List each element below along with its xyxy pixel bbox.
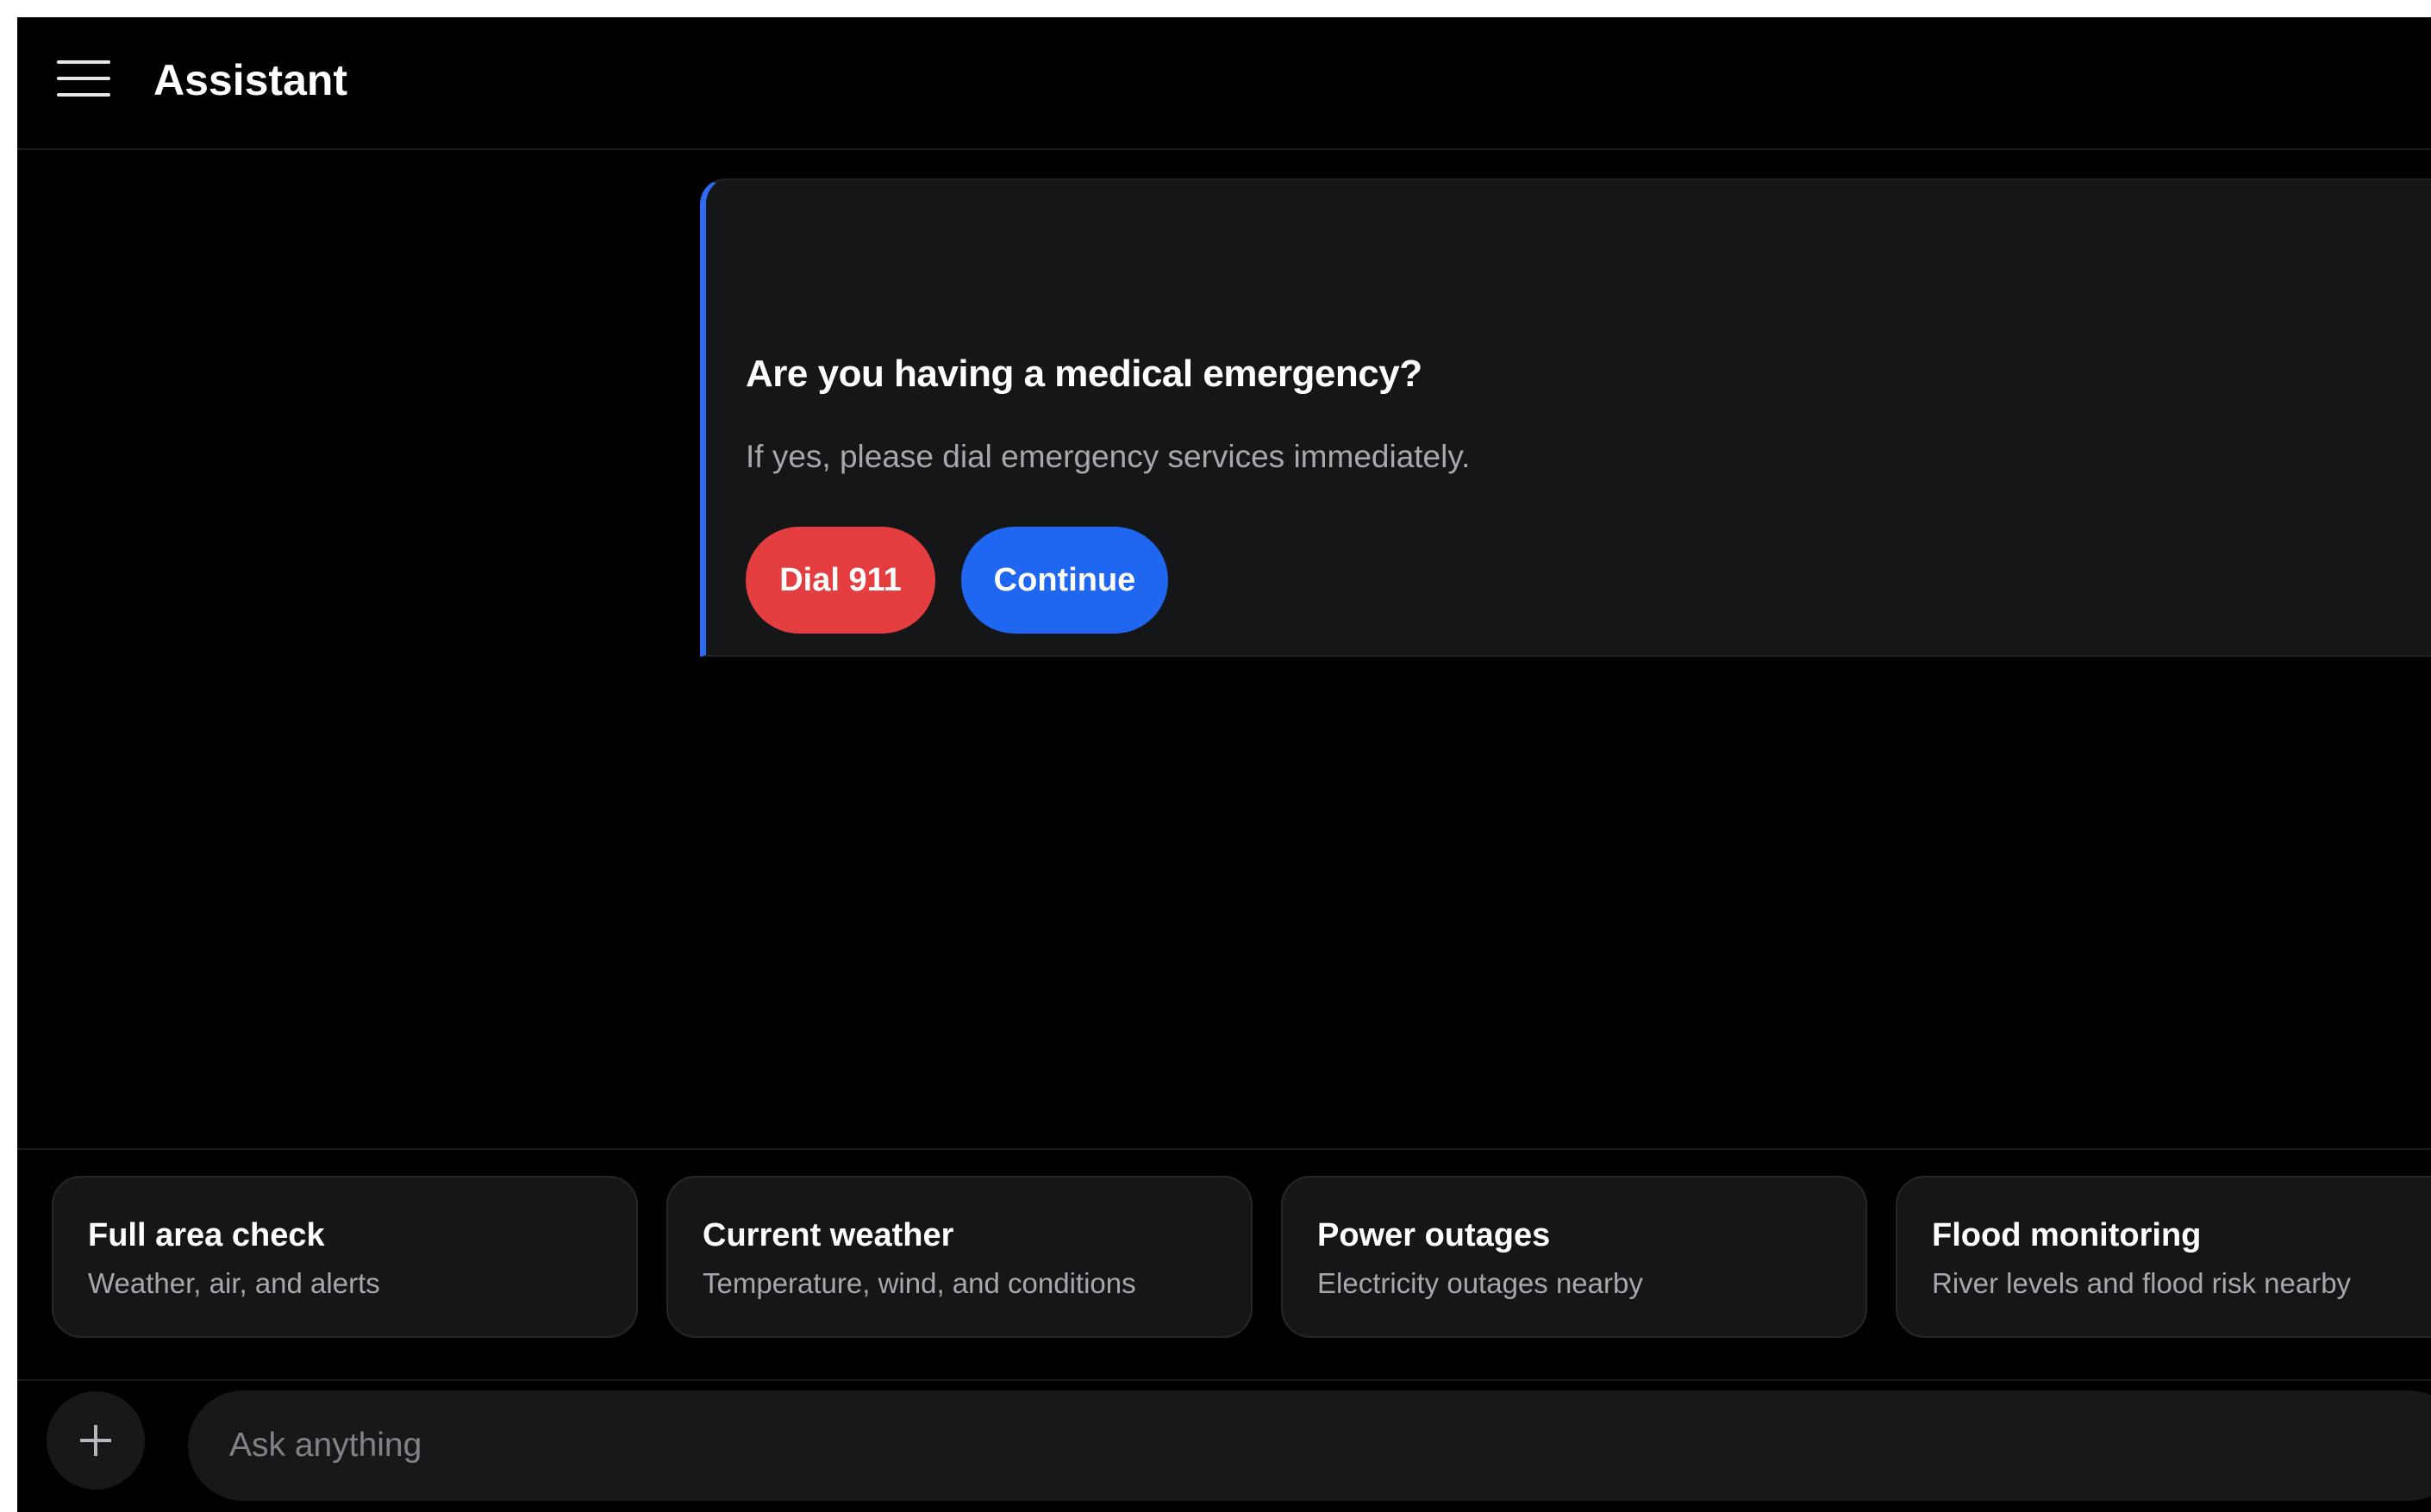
suggestion-power-outages[interactable]: Power outages Electricity outages nearby <box>1281 1176 1867 1338</box>
continue-button[interactable]: Continue <box>961 527 1168 634</box>
top-bar: Assistant <box>17 17 2431 150</box>
suggestion-subtitle: Electricity outages nearby <box>1317 1267 1643 1299</box>
dial-911-button[interactable]: Dial 911 <box>746 527 935 634</box>
suggestion-title: Full area check <box>88 1217 325 1253</box>
suggestion-current-weather[interactable]: Current weather Temperature, wind, and c… <box>666 1176 1253 1338</box>
suggestion-flood-monitoring[interactable]: Flood monitoring River levels and flood … <box>1896 1176 2431 1338</box>
suggestion-subtitle: Temperature, wind, and conditions <box>703 1267 1136 1299</box>
plus-icon <box>80 1425 111 1456</box>
emergency-instruction: If yes, please dial emergency services i… <box>746 439 1471 474</box>
suggestion-full-area-check[interactable]: Full area check Weather, air, and alerts <box>52 1176 638 1338</box>
ask-anything-input[interactable] <box>188 1390 2431 1501</box>
suggestion-subtitle: River levels and flood risk nearby <box>1932 1267 2352 1299</box>
suggestion-subtitle: Weather, air, and alerts <box>88 1267 380 1299</box>
emergency-prompt-card: Are you having a medical emergency? If y… <box>700 178 2431 657</box>
suggestion-title: Power outages <box>1317 1217 1551 1253</box>
assistant-app: Assistant Are you having a medical emerg… <box>17 17 2431 1512</box>
add-attachment-button[interactable] <box>47 1391 145 1490</box>
suggestion-chips-bar: Full area check Weather, air, and alerts… <box>17 1148 2431 1381</box>
hamburger-menu-icon[interactable] <box>57 60 110 98</box>
app-title: Assistant <box>153 56 348 104</box>
suggestion-title: Flood monitoring <box>1932 1217 2202 1253</box>
emergency-question: Are you having a medical emergency? <box>746 353 1422 395</box>
suggestion-title: Current weather <box>703 1217 954 1253</box>
